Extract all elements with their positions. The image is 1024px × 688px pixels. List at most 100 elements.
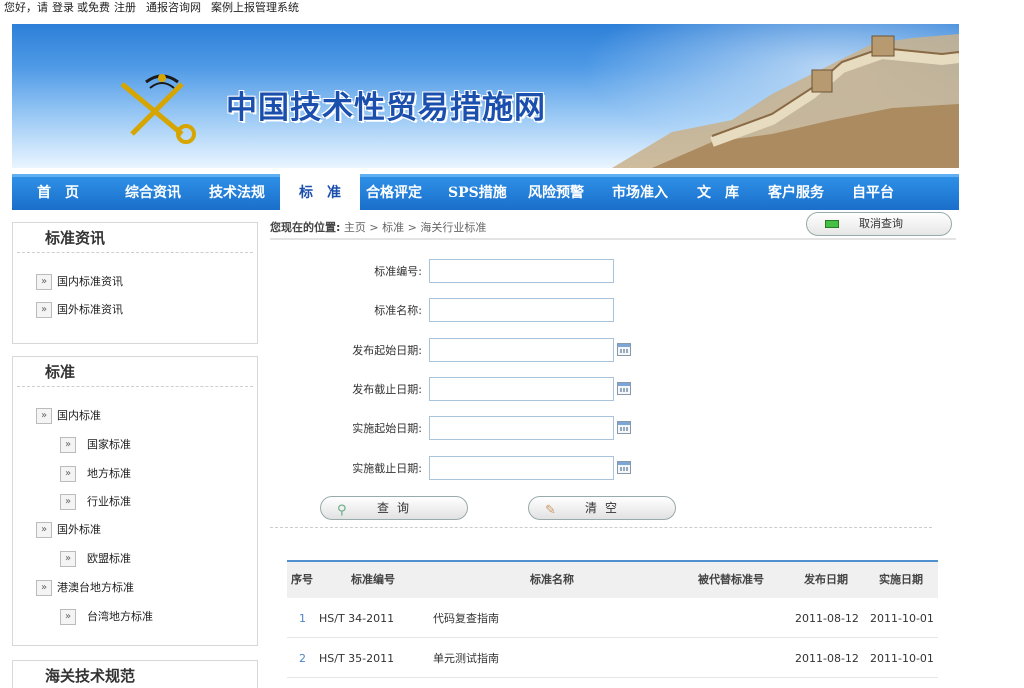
case-report-system-link[interactable]: 案例上报管理系统 [211, 1, 299, 14]
register-link[interactable]: 注册 [114, 1, 136, 14]
breadcrumb-home-link[interactable]: 主页 [344, 221, 366, 234]
calendar-icon[interactable] [617, 343, 631, 356]
site-banner: 中国技术性贸易措施网 [12, 24, 959, 168]
clear-button[interactable]: ✎ 清空 [528, 496, 676, 520]
cell-index: 1 [299, 612, 306, 625]
field-label: 发布截止日期: [352, 383, 422, 396]
nav-item-conformity[interactable]: 合格评定 [366, 177, 422, 210]
nav-item-risk-warning[interactable]: 风险预警 [528, 177, 584, 210]
col-header-name: 标准名称 [530, 573, 574, 586]
greeting-text: 您好，请 [4, 1, 48, 14]
sidebar-item-national-standards[interactable]: » 国家标准 [60, 435, 131, 455]
form-row-implement-end-date: 实施截止日期: [270, 456, 670, 480]
calendar-icon[interactable] [617, 382, 631, 395]
nav-item-market-access[interactable]: 市场准入 [612, 177, 668, 210]
query-button-label: 查询 [377, 501, 418, 515]
field-label: 发布起始日期: [352, 344, 422, 357]
or-text: 或免费 [77, 1, 110, 14]
sidebar-item-label: 国家标准 [87, 438, 131, 451]
standard-number-input[interactable] [429, 259, 614, 283]
chevron-right-icon: » [60, 466, 76, 482]
sidebar-item-label: 台湾地方标准 [87, 610, 153, 623]
publish-end-date-input[interactable] [429, 377, 614, 401]
sidebar-item-industry-standards[interactable]: » 行业标准 [60, 492, 131, 512]
sidebar-item-label: 国内标准资讯 [57, 275, 123, 288]
sidebar-item-domestic-standards[interactable]: » 国内标准 [36, 406, 101, 426]
sidebar-item-eu-standards[interactable]: » 欧盟标准 [60, 549, 131, 569]
breadcrumb-separator: > [407, 221, 417, 234]
breadcrumb-standards-link[interactable]: 标准 [382, 221, 404, 234]
login-link[interactable]: 登录 [52, 1, 74, 14]
sidebar-item-taiwan-standards[interactable]: » 台湾地方标准 [60, 607, 153, 627]
sidebar-item-label: 欧盟标准 [87, 552, 131, 565]
field-label: 实施起始日期: [352, 422, 422, 435]
form-row-standard-name: 标准名称: [270, 298, 670, 322]
sidebar-box-customs-tech-specs: 海关技术规范 [12, 660, 258, 688]
query-button[interactable]: ⚲ 查询 [320, 496, 468, 520]
cell-implement-date: 2011-10-01 [870, 612, 934, 625]
cell-number[interactable]: HS/T 35-2011 [319, 638, 394, 680]
form-row-publish-start-date: 发布起始日期: [270, 338, 670, 362]
form-row-publish-end-date: 发布截止日期: [270, 377, 670, 401]
publish-start-date-input[interactable] [429, 338, 614, 362]
chevron-right-icon: » [60, 437, 76, 453]
form-row-standard-number: 标准编号: [270, 259, 670, 283]
breadcrumb-separator: > [369, 221, 379, 234]
cancel-query-icon [825, 220, 839, 228]
nav-item-standards[interactable]: 标 准 [280, 174, 360, 210]
sidebar-item-local-standards[interactable]: » 地方标准 [60, 464, 131, 484]
table-row[interactable]: 1 HS/T 34-2011 代码复查指南 2011-08-12 2011-10… [287, 598, 938, 638]
cell-publish-date: 2011-08-12 [795, 612, 859, 625]
sidebar-item-hk-macao-taiwan-standards[interactable]: » 港澳台地方标准 [36, 578, 134, 598]
standard-name-input[interactable] [429, 298, 614, 322]
cancel-query-button[interactable]: 取消查询 [806, 212, 952, 236]
breadcrumb-prefix: 您现在的位置: [270, 221, 341, 234]
site-title: 中国技术性贸易措施网 [226, 90, 546, 126]
field-label: 标准名称: [374, 304, 422, 317]
col-header-index: 序号 [291, 573, 313, 586]
sidebar-item-domestic-news[interactable]: » 国内标准资讯 [36, 272, 123, 292]
nav-item-self-platform[interactable]: 自平台 [852, 177, 894, 210]
cell-name[interactable]: 代码复查指南 [433, 598, 499, 640]
top-bar: 您好，请 登录 或免费 注册 通报咨询网 案例上报管理系统 [0, 0, 960, 20]
cell-name[interactable]: 单元测试指南 [433, 638, 499, 680]
nav-item-regulations[interactable]: 技术法规 [209, 177, 265, 210]
nav-item-home[interactable]: 首 页 [37, 177, 79, 210]
form-row-implement-start-date: 实施起始日期: [270, 416, 670, 440]
customs-logo [120, 74, 196, 144]
sidebar-item-label: 行业标准 [87, 495, 131, 508]
calendar-icon[interactable] [617, 421, 631, 434]
sidebar-box-standards: 标准 [12, 356, 258, 646]
chevron-right-icon: » [36, 302, 52, 318]
sidebar-box-title: 标准资讯 [17, 223, 253, 253]
chevron-right-icon: » [60, 494, 76, 510]
section-divider [270, 527, 932, 528]
sidebar-item-foreign-news[interactable]: » 国外标准资讯 [36, 300, 123, 320]
notification-site-link[interactable]: 通报咨询网 [146, 1, 201, 14]
chevron-right-icon: » [36, 274, 52, 290]
chevron-right-icon: » [36, 580, 52, 596]
nav-item-customer-service[interactable]: 客户服务 [768, 177, 824, 210]
cell-number[interactable]: HS/T 34-2011 [319, 598, 394, 640]
col-header-implement-date: 实施日期 [879, 573, 923, 586]
implement-end-date-input[interactable] [429, 456, 614, 480]
nav-item-sps[interactable]: SPS措施 [448, 177, 507, 210]
col-header-number: 标准编号 [351, 573, 395, 586]
breadcrumb-current: 海关行业标准 [420, 221, 487, 234]
nav-item-library[interactable]: 文 库 [697, 177, 739, 210]
cell-publish-date: 2011-08-12 [795, 652, 859, 665]
cancel-query-label: 取消查询 [859, 217, 903, 230]
implement-start-date-input[interactable] [429, 416, 614, 440]
sidebar-item-foreign-standards[interactable]: » 国外标准 [36, 520, 101, 540]
table-row[interactable]: 2 HS/T 35-2011 单元测试指南 2011-08-12 2011-10… [287, 638, 938, 678]
chevron-right-icon: » [36, 522, 52, 538]
sidebar-item-label: 国内标准 [57, 409, 101, 422]
field-label: 实施截止日期: [352, 462, 422, 475]
sidebar-item-label: 国外标准资讯 [57, 303, 123, 316]
calendar-icon[interactable] [617, 461, 631, 474]
chevron-right-icon: » [60, 609, 76, 625]
nav-item-news[interactable]: 综合资讯 [125, 177, 181, 210]
sidebar-box-title: 标准 [17, 357, 253, 387]
pencil-icon: ✎ [545, 503, 556, 518]
sidebar-item-label: 国外标准 [57, 523, 101, 536]
